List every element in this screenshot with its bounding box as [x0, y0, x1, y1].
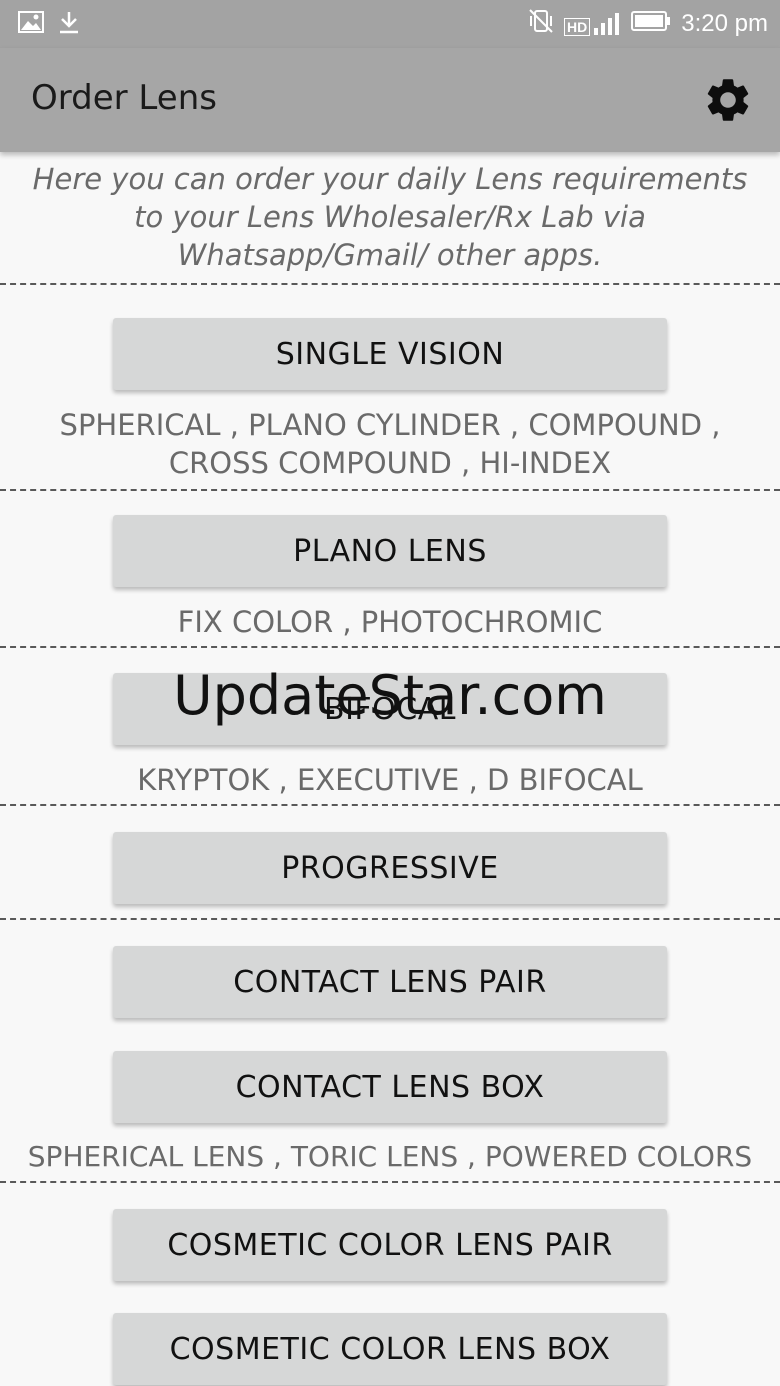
- bifocal-description: KRYPTOK , EXECUTIVE , D BIFOCAL: [137, 763, 643, 797]
- cosmetic-color-lens-pair-button[interactable]: COSMETIC COLOR LENS PAIR: [113, 1209, 667, 1281]
- plano-lens-button[interactable]: PLANO LENS: [113, 515, 667, 587]
- divider: [0, 489, 780, 491]
- contact-lens-description: SPHERICAL LENS , TORIC LENS , POWERED CO…: [27, 1140, 753, 1173]
- contact-lens-box-button[interactable]: CONTACT LENS BOX: [113, 1051, 667, 1123]
- divider: [0, 283, 780, 285]
- gear-icon: [707, 79, 749, 121]
- divider: [0, 918, 780, 920]
- single-vision-button[interactable]: SINGLE VISION: [113, 318, 667, 390]
- hd-signal-icon: HD: [564, 12, 621, 36]
- progressive-button[interactable]: PROGRESSIVE: [113, 832, 667, 904]
- status-bar-right: HD 3:20 pm: [528, 8, 768, 39]
- divider: [0, 646, 780, 648]
- divider: [0, 1181, 780, 1183]
- single-vision-description: SPHERICAL , PLANO CYLINDER , COMPOUND , …: [59, 408, 721, 480]
- vibrate-icon: [528, 8, 554, 39]
- hd-label: HD: [564, 17, 591, 36]
- gallery-icon: [18, 11, 44, 38]
- status-bar: HD 3:20 pm: [0, 0, 780, 48]
- bifocal-button[interactable]: BIFOCAL: [113, 673, 667, 745]
- app-bar: Order Lens: [0, 48, 780, 152]
- contact-lens-pair-button[interactable]: CONTACT LENS PAIR: [113, 946, 667, 1018]
- status-time: 3:20 pm: [681, 9, 768, 37]
- page-title: Order Lens: [31, 78, 217, 118]
- download-icon: [58, 10, 80, 39]
- plano-lens-description: FIX COLOR , PHOTOCHROMIC: [177, 605, 603, 639]
- intro-text: Here you can order your daily Lens requi…: [32, 162, 748, 272]
- cosmetic-color-lens-box-button[interactable]: COSMETIC COLOR LENS BOX: [113, 1313, 667, 1385]
- status-bar-left: [18, 10, 80, 39]
- settings-button[interactable]: [702, 74, 754, 126]
- divider: [0, 804, 780, 806]
- battery-icon: [631, 10, 671, 37]
